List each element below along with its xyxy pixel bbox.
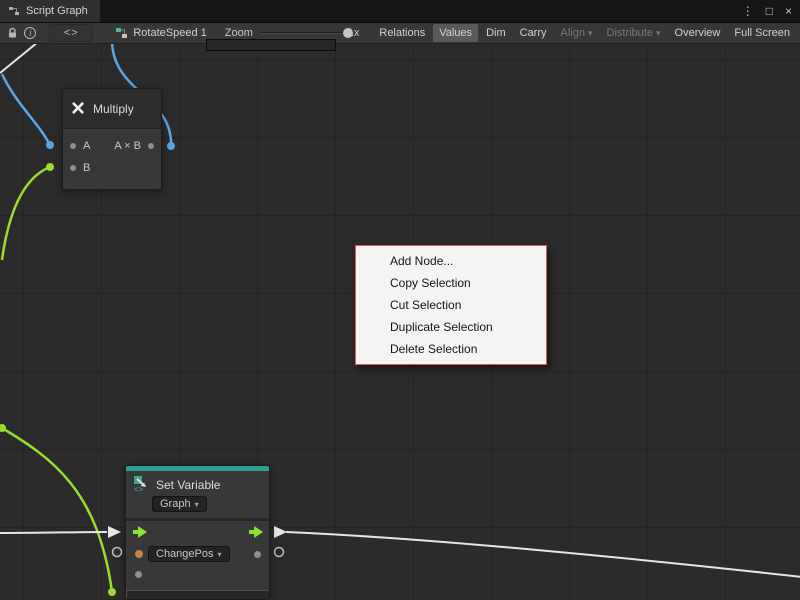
wire-white-flow-out	[286, 532, 800, 577]
context-menu: Add Node... Copy Selection Cut Selection…	[355, 245, 547, 365]
tab-title: Script Graph	[26, 5, 88, 17]
flow-out-arrow-icon	[274, 526, 287, 538]
node-divider	[126, 518, 269, 521]
set-variable-node[interactable]: <> Set Variable Graph ▾ ChangePos ▾	[125, 465, 270, 600]
toggle-relations-label: Relations	[379, 27, 425, 39]
set-variable-icon: <>	[133, 475, 151, 493]
fullscreen-button[interactable]: Full Screen	[728, 24, 796, 42]
variable-scope-label: Graph	[160, 498, 191, 510]
input-value-port[interactable]	[135, 571, 142, 578]
info-button[interactable]: i	[22, 24, 40, 42]
port-row-b: B	[63, 157, 161, 179]
menu-item-copy-selection[interactable]: Copy Selection	[356, 272, 546, 294]
wire-white-flow-in	[0, 532, 107, 533]
flow-output-port[interactable]	[249, 526, 265, 538]
chevron-down-icon: ▾	[195, 500, 199, 509]
maximize-icon[interactable]: □	[766, 4, 773, 18]
code-icon: <>	[64, 27, 79, 39]
overview-button[interactable]: Overview	[669, 24, 727, 42]
floating-field-box	[206, 39, 336, 51]
zoom-slider-track	[261, 32, 342, 34]
window-menu-icon[interactable]: ⋮	[742, 4, 754, 18]
input-port-a[interactable]	[70, 143, 76, 149]
green-port-dot	[0, 424, 6, 432]
set-variable-title: Set Variable	[156, 478, 220, 492]
lock-icon	[7, 27, 18, 39]
toggle-carry-label: Carry	[520, 27, 547, 39]
green-port-dot	[46, 163, 54, 171]
close-icon[interactable]: ×	[785, 4, 792, 18]
blue-port-dot	[167, 142, 175, 150]
value-field[interactable]	[126, 590, 270, 600]
green-port-dot	[108, 588, 116, 596]
output-value-port[interactable]	[254, 551, 261, 558]
node-accent-bar	[126, 466, 269, 471]
multiply-node[interactable]: × Multiply A A × B B	[62, 88, 162, 190]
breadcrumb-label: RotateSpeed 1	[133, 27, 206, 39]
window-controls: ⋮ □ ×	[742, 0, 792, 22]
input-port-b[interactable]	[70, 165, 76, 171]
zoom-slider-handle[interactable]	[343, 28, 353, 38]
port-out-label: A × B	[114, 140, 141, 152]
toggle-values-label: Values	[439, 27, 472, 39]
hollow-port-icon[interactable]	[113, 548, 122, 557]
toggle-dim-label: Dim	[486, 27, 506, 39]
distribute-dropdown[interactable]: Distribute▾	[601, 24, 667, 42]
wire-white-topleft	[0, 44, 38, 73]
lock-button[interactable]	[4, 24, 22, 42]
graph-breadcrumb-icon	[115, 27, 128, 39]
variable-scope-dropdown[interactable]: Graph ▾	[152, 496, 207, 512]
wire-green-bottom	[2, 428, 112, 592]
port-b-label: B	[83, 162, 90, 174]
chevron-down-icon: ▾	[588, 28, 593, 38]
graph-canvas[interactable]: × Multiply A A × B B	[0, 44, 800, 600]
svg-text:<>: <>	[134, 485, 144, 493]
multiply-node-title: Multiply	[93, 102, 134, 116]
flow-in-arrow-icon	[108, 526, 121, 538]
variable-name-dropdown[interactable]: ChangePos ▾	[148, 546, 230, 562]
tab-script-graph[interactable]: Script Graph	[0, 0, 100, 22]
toggle-values[interactable]: Values	[433, 24, 478, 42]
fullscreen-label: Full Screen	[734, 27, 790, 39]
chevron-down-icon: ▾	[218, 550, 222, 559]
menu-item-duplicate-selection[interactable]: Duplicate Selection	[356, 316, 546, 338]
flow-input-port[interactable]	[133, 526, 149, 538]
align-label: Align	[561, 27, 585, 39]
hollow-port-icon[interactable]	[275, 548, 284, 557]
blue-port-dot	[46, 141, 54, 149]
script-graph-icon	[8, 5, 20, 17]
menu-item-cut-selection[interactable]: Cut Selection	[356, 294, 546, 316]
multiply-node-body: A A × B B	[63, 129, 161, 189]
multiply-node-header: × Multiply	[63, 89, 161, 129]
wire-green-left	[2, 167, 50, 260]
toggle-dim[interactable]: Dim	[480, 24, 512, 42]
distribute-label: Distribute	[607, 27, 653, 39]
toggle-carry[interactable]: Carry	[514, 24, 553, 42]
output-port-axb[interactable]	[148, 143, 154, 149]
graph-toolbar: i <> RotateSpeed 1 Zoom 1x Relations Val…	[0, 22, 800, 44]
script-graph-window: Script Graph ⋮ □ × i <> RotateS	[0, 0, 800, 600]
port-row-a: A A × B	[63, 135, 161, 157]
variable-value-port[interactable]	[135, 550, 143, 558]
zoom-label: Zoom	[225, 27, 253, 39]
overview-label: Overview	[675, 27, 721, 39]
port-a-label: A	[83, 140, 90, 152]
menu-item-add-node[interactable]: Add Node...	[356, 250, 546, 272]
align-dropdown[interactable]: Align▾	[555, 24, 599, 42]
menu-item-delete-selection[interactable]: Delete Selection	[356, 338, 546, 360]
info-icon: i	[24, 27, 36, 39]
chevron-down-icon: ▾	[656, 28, 661, 38]
titlebar: Script Graph ⋮ □ ×	[0, 0, 800, 22]
breadcrumb[interactable]: RotateSpeed 1	[115, 27, 206, 39]
variable-name-label: ChangePos	[156, 548, 214, 560]
code-view-button[interactable]: <>	[49, 24, 93, 42]
multiply-icon: ×	[71, 97, 85, 121]
zoom-slider[interactable]	[261, 26, 342, 40]
toggle-relations[interactable]: Relations	[373, 24, 431, 42]
wire-blue-left	[2, 74, 50, 145]
